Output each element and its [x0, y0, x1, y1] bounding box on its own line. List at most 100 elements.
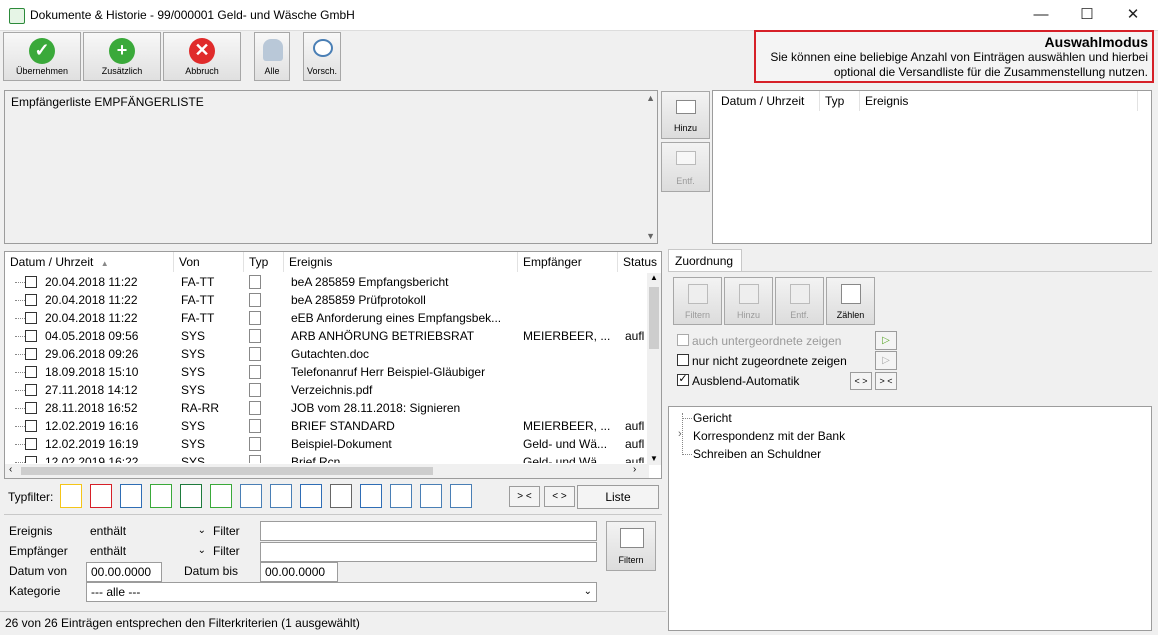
table-vscrollbar[interactable]: ▲ ▼ — [647, 273, 661, 465]
play-disabled-button[interactable]: ▷ — [875, 351, 897, 370]
kategorie-select[interactable]: --- alle --- ⌄ — [86, 582, 597, 602]
scroll-down-icon[interactable]: ▼ — [646, 231, 655, 241]
ubernehmen-button[interactable]: ✓ Übernehmen — [3, 32, 81, 81]
vscroll-thumb[interactable] — [649, 287, 659, 349]
add-icon — [739, 284, 759, 304]
row-checkbox[interactable] — [25, 366, 37, 378]
table-row[interactable]: 29.06.2018 09:26 SYS Gutachten.doc — [5, 345, 647, 363]
history-col-datum[interactable]: Datum / Uhrzeit — [716, 91, 820, 111]
cell-ereignis: Brief Rcn — [291, 455, 341, 463]
zuordnung-entf-button[interactable]: Entf. — [775, 277, 824, 325]
liste-button[interactable]: Liste — [577, 485, 659, 509]
scroll-up-arrow-icon[interactable]: ▲ — [650, 273, 658, 282]
chevron-right-icon[interactable]: › — [678, 428, 682, 440]
empfaenger-mode-select[interactable]: enthält ⌄ — [86, 542, 210, 562]
zusatzlich-button[interactable]: + Zusätzlich — [83, 32, 161, 81]
history-col-ereignis[interactable]: Ereignis — [860, 91, 1138, 111]
word-icon[interactable] — [360, 484, 382, 508]
table-row[interactable]: 12.02.2019 16:16 SYS BRIEF STANDARD MEIERBE… — [5, 417, 647, 435]
web-icon[interactable] — [300, 484, 322, 508]
zuordnung-zaehlen-button[interactable]: Zählen — [826, 277, 875, 325]
tab-zuordnung[interactable]: Zuordnung — [668, 249, 742, 271]
ausblend-checkbox[interactable]: ✓ — [677, 374, 689, 386]
row-checkbox[interactable] — [25, 420, 37, 432]
alle-button[interactable]: Alle — [254, 32, 290, 81]
hinzu-recipient-button[interactable]: Hinzu — [661, 91, 710, 139]
table-hscrollbar[interactable]: ‹ › — [5, 464, 649, 478]
excel-icon[interactable] — [180, 484, 202, 508]
tree-item-schreiben[interactable]: Schreiben an Schuldner — [693, 447, 821, 461]
abbruch-button[interactable]: ✕ Abbruch — [163, 32, 241, 81]
row-checkbox[interactable] — [25, 456, 37, 463]
vorsch-button[interactable]: Vorsch. — [303, 32, 341, 81]
table-row[interactable]: 20.04.2018 11:22 FA-TT eEB Anforderung ein… — [5, 309, 647, 327]
row-checkbox[interactable] — [25, 384, 37, 396]
datum-bis-input[interactable]: 00.00.0000 — [260, 562, 338, 582]
typfilter-collapse-button[interactable]: < > — [544, 486, 575, 507]
col-datum[interactable]: Datum / Uhrzeit ▲ — [5, 252, 174, 272]
recipient-list[interactable]: Empfängerliste EMPFÄNGERLISTE ▲ ▼ — [4, 90, 658, 244]
auch-untergeordnete-checkbox[interactable] — [677, 334, 689, 346]
zuordnung-zaehlen-label: Zählen — [836, 310, 865, 320]
scroll-right-icon[interactable]: › — [633, 464, 636, 475]
tree-item-gericht[interactable]: Gericht — [693, 411, 732, 425]
row-checkbox[interactable] — [25, 330, 37, 342]
pdf-icon[interactable] — [90, 484, 112, 508]
marker-icon[interactable] — [60, 484, 82, 508]
zuordnung-filtern-button[interactable]: Filtern — [673, 277, 722, 325]
col-typ[interactable]: Typ — [244, 252, 284, 272]
row-checkbox[interactable] — [25, 312, 37, 324]
table-row[interactable]: 12.02.2019 16:19 SYS Beispiel-Dokument Geld… — [5, 435, 647, 453]
hscroll-thumb[interactable] — [21, 467, 433, 475]
typfilter-expand-button[interactable]: > < — [509, 486, 540, 507]
entf-recipient-button[interactable]: Entf. — [661, 142, 710, 192]
category-tree[interactable]: Gericht › Korrespondenz mit der Bank Sch… — [668, 406, 1152, 631]
scroll-down-arrow-icon[interactable]: ▼ — [650, 454, 658, 463]
table-row[interactable]: 28.11.2018 16:52 RA-RR JOB vom 28.11.2018:… — [5, 399, 647, 417]
nur-nicht-zugeordnete-checkbox[interactable] — [677, 354, 689, 366]
document-icon[interactable] — [270, 484, 292, 508]
ubernehmen-label: Übernehmen — [15, 66, 69, 76]
row-checkbox[interactable] — [25, 348, 37, 360]
close-button[interactable]: ✕ — [1110, 0, 1156, 31]
attachment-icon[interactable] — [390, 484, 412, 508]
col-empfaenger[interactable]: Empfänger — [518, 252, 618, 272]
maximize-button[interactable]: ☐ — [1064, 0, 1110, 31]
table-row[interactable]: 20.04.2018 11:22 FA-TT beA 285859 Empfangs… — [5, 273, 647, 291]
scroll-left-icon[interactable]: ‹ — [9, 464, 12, 475]
table-row[interactable]: 18.09.2018 15:10 SYS Telefonanruf Herr Bei… — [5, 363, 647, 381]
ereignis-filter-input[interactable] — [260, 521, 597, 541]
tree-collapse-button[interactable]: < > — [850, 372, 872, 390]
tree-expand-button[interactable]: > < — [875, 372, 897, 390]
filtern-button[interactable]: Filtern — [606, 521, 656, 571]
text-icon[interactable] — [330, 484, 352, 508]
zuordnung-hinzu-button[interactable]: Hinzu — [724, 277, 773, 325]
row-checkbox[interactable] — [25, 402, 37, 414]
history-table[interactable]: Datum / Uhrzeit Typ Ereignis — [712, 90, 1152, 244]
row-checkbox[interactable] — [25, 438, 37, 450]
email-icon[interactable] — [210, 484, 232, 508]
table-row[interactable]: 20.04.2018 11:22 FA-TT beA 285859 Prüfprot… — [5, 291, 647, 309]
row-checkbox[interactable] — [25, 294, 37, 306]
table-row[interactable]: 04.05.2018 09:56 SYS ARB ANHÖRUNG BETRIEBS… — [5, 327, 647, 345]
minimize-button[interactable]: — — [1018, 0, 1064, 31]
col-status[interactable]: Status — [618, 252, 661, 272]
table-row[interactable]: 12.02.2019 16:22 SYS Brief Rcn Geld- und Wä… — [5, 453, 647, 463]
col-ereignis[interactable]: Ereignis — [284, 252, 518, 272]
row-checkbox[interactable] — [25, 276, 37, 288]
documents-table[interactable]: Datum / Uhrzeit ▲ Von Typ Ereignis Empfä… — [4, 251, 662, 479]
folder-icon[interactable] — [150, 484, 172, 508]
col-von[interactable]: Von — [174, 252, 244, 272]
table-row[interactable]: 27.11.2018 14:12 SYS Verzeichnis.pdf — [5, 381, 647, 399]
empfaenger-filter-input[interactable] — [260, 542, 597, 562]
history-col-typ[interactable]: Typ — [820, 91, 860, 111]
bea-icon[interactable] — [240, 484, 262, 508]
play-button[interactable]: ▷ — [875, 331, 897, 350]
scroll-up-icon[interactable]: ▲ — [646, 93, 655, 103]
outlook-icon[interactable] — [120, 484, 142, 508]
datum-von-input[interactable]: 00.00.0000 — [86, 562, 162, 582]
ereignis-mode-select[interactable]: enthält ⌄ — [86, 522, 210, 542]
open-folder-icon[interactable] — [450, 484, 472, 508]
tree-item-korrespondenz[interactable]: Korrespondenz mit der Bank — [693, 429, 845, 443]
edit-icon[interactable] — [420, 484, 442, 508]
